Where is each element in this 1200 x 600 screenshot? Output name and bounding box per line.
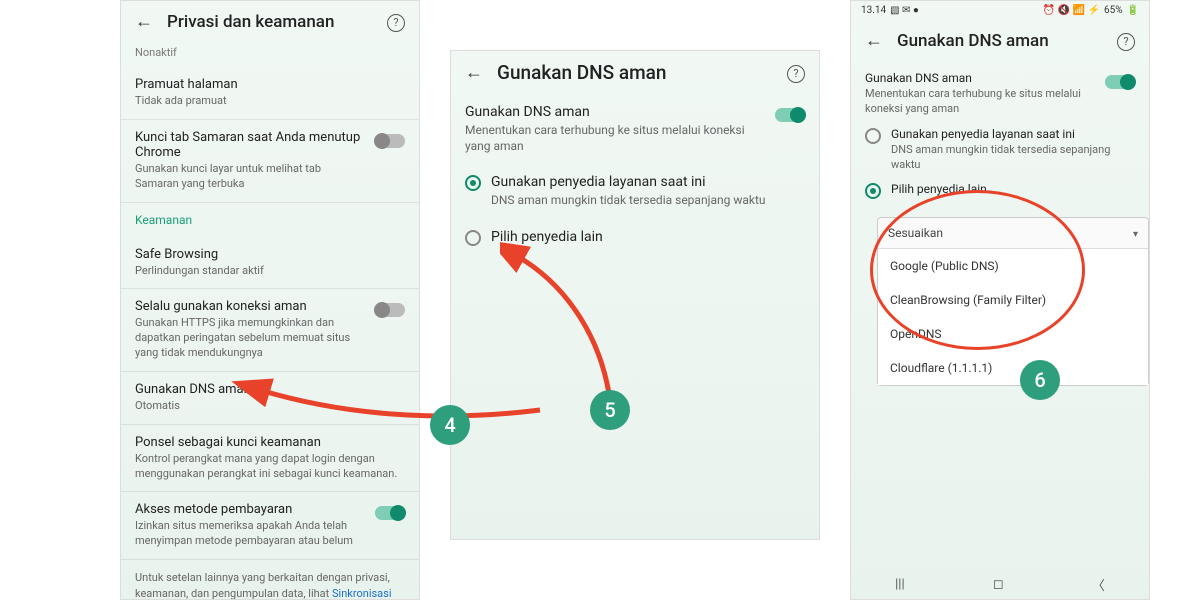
item-title: Gunakan penyedia layanan saat ini xyxy=(891,127,1135,141)
item-sub: DNS aman mungkin tidak tersedia sepanjan… xyxy=(491,192,805,208)
dropdown-option[interactable]: Cloudflare (1.1.1.1) xyxy=(878,351,1148,385)
back-nav-icon[interactable]: 〈 xyxy=(1092,575,1105,594)
screenshot-dns-dropdown: 13.14 ▧ ✉ ● ⏰ 🔇 📶 ⚡ 65%🔋 Gunakan DNS ama… xyxy=(850,0,1150,600)
always-secure-item[interactable]: Selalu gunakan koneksi aman Gunakan HTTP… xyxy=(121,289,419,372)
safe-browsing-item[interactable]: Safe Browsing Perlindungan standar aktif xyxy=(121,237,419,290)
screenshot-dns-step1: Gunakan DNS aman Gunakan DNS aman Menent… xyxy=(450,50,820,540)
alarm-icon: ⏰ 🔇 📶 ⚡ xyxy=(1043,5,1100,16)
item-sub: Menentukan cara terhubung ke situs melal… xyxy=(465,122,765,154)
step-badge-4: 4 xyxy=(430,405,470,445)
lock-incognito-item[interactable]: Kunci tab Samaran saat Anda menutup Chro… xyxy=(121,120,419,203)
dns-option-choose[interactable]: Pilih penyedia lain xyxy=(451,219,819,257)
nav-bar: ||| ◻ 〈 xyxy=(851,569,1149,599)
item-title: Pramuat halaman xyxy=(135,77,405,92)
item-title: Gunakan penyedia layanan saat ini xyxy=(491,174,805,190)
item-title: Pilih penyedia lain xyxy=(891,182,1135,196)
item-sub: Gunakan HTTPS jika memungkinkan dan dapa… xyxy=(135,316,365,361)
item-title: Gunakan DNS aman xyxy=(465,104,765,120)
item-title: Pilih penyedia lain xyxy=(491,229,805,245)
page-title: Gunakan DNS aman xyxy=(897,31,1103,51)
dns-intro: Gunakan DNS aman Menentukan cara terhubu… xyxy=(851,61,1149,123)
item-title: Safe Browsing xyxy=(135,247,405,262)
dns-intro: Gunakan DNS aman Menentukan cara terhubu… xyxy=(451,94,819,164)
radio-choose-provider[interactable] xyxy=(465,230,481,246)
nonaktif-label: Nonaktif xyxy=(121,42,419,67)
privacy-note: Untuk setelan lainnya yang berkaitan den… xyxy=(121,560,419,600)
dns-option-current[interactable]: Gunakan penyedia layanan saat ini DNS am… xyxy=(851,123,1149,179)
page-title: Gunakan DNS aman xyxy=(497,61,773,84)
item-sub: Menentukan cara terhubung ke situs melal… xyxy=(865,87,1095,117)
item-sub: Kontrol perangkat mana yang dapat login … xyxy=(135,452,405,482)
dns-master-toggle[interactable] xyxy=(1105,75,1135,89)
home-icon[interactable]: ◻ xyxy=(993,577,1004,592)
dropdown-selected: Sesuaikan xyxy=(888,226,943,240)
status-time: 13.14 xyxy=(861,5,886,16)
screenshot-privacy-security: Privasi dan keamanan Nonaktif Pramuat ha… xyxy=(120,0,420,600)
back-icon[interactable] xyxy=(865,30,883,51)
back-icon[interactable] xyxy=(135,11,153,32)
notification-icon: ▧ ✉ ● xyxy=(890,5,919,16)
item-title: Ponsel sebagai kunci keamanan xyxy=(135,435,405,450)
item-title: Kunci tab Samaran saat Anda menutup Chro… xyxy=(135,130,365,160)
item-title: Selalu gunakan koneksi aman xyxy=(135,299,365,314)
chevron-down-icon xyxy=(1133,226,1138,240)
phone-as-key-item[interactable]: Ponsel sebagai kunci keamanan Kontrol pe… xyxy=(121,425,419,493)
item-sub: Gunakan kunci layar untuk melihat tab Sa… xyxy=(135,162,365,192)
radio-current-provider[interactable] xyxy=(865,128,881,144)
radio-choose-provider[interactable] xyxy=(865,183,881,199)
preload-pages-item[interactable]: Pramuat halaman Tidak ada pramuat xyxy=(121,67,419,120)
help-icon[interactable] xyxy=(1117,30,1135,51)
provider-dropdown[interactable]: Sesuaikan Google (Public DNS) CleanBrows… xyxy=(877,217,1149,386)
status-bar: 13.14 ▧ ✉ ● ⏰ 🔇 📶 ⚡ 65%🔋 xyxy=(851,1,1149,20)
item-sub: Izinkan situs memeriksa apakah Anda tela… xyxy=(135,519,365,549)
topbar: Privasi dan keamanan xyxy=(121,1,419,42)
radio-current-provider[interactable] xyxy=(465,175,481,191)
item-title: Gunakan DNS aman xyxy=(135,382,405,397)
item-sub: DNS aman mungkin tidak tersedia sepanjan… xyxy=(891,143,1135,173)
item-title: Gunakan DNS aman xyxy=(865,71,1095,85)
page-title: Privasi dan keamanan xyxy=(167,12,373,32)
dns-option-choose[interactable]: Pilih penyedia lain xyxy=(851,178,1149,209)
item-sub: Otomatis xyxy=(135,399,405,414)
item-sub: Tidak ada pramuat xyxy=(135,94,405,109)
topbar: Gunakan DNS aman xyxy=(851,20,1149,61)
use-secure-dns-item[interactable]: Gunakan DNS aman Otomatis xyxy=(121,372,419,425)
topbar: Gunakan DNS aman xyxy=(451,51,819,94)
payment-access-toggle[interactable] xyxy=(375,506,405,520)
always-secure-toggle[interactable] xyxy=(375,303,405,317)
dns-master-toggle[interactable] xyxy=(775,108,805,122)
recent-apps-icon[interactable]: ||| xyxy=(895,577,905,592)
status-battery: 65% xyxy=(1104,5,1123,16)
payment-access-item[interactable]: Akses metode pembayaran Izinkan situs me… xyxy=(121,492,419,560)
item-sub: Perlindungan standar aktif xyxy=(135,264,405,279)
back-icon[interactable] xyxy=(465,62,483,83)
lock-incognito-toggle[interactable] xyxy=(375,134,405,148)
dropdown-option[interactable]: Google (Public DNS) xyxy=(878,249,1148,283)
step-badge-5: 5 xyxy=(590,390,630,430)
help-icon[interactable] xyxy=(387,11,405,32)
item-title: Akses metode pembayaran xyxy=(135,502,365,517)
help-icon[interactable] xyxy=(787,62,805,83)
step-badge-6: 6 xyxy=(1020,360,1060,400)
dropdown-option[interactable]: OpenDNS xyxy=(878,317,1148,351)
dropdown-option[interactable]: CleanBrowsing (Family Filter) xyxy=(878,283,1148,317)
security-category: Keamanan xyxy=(135,213,405,227)
dns-option-current[interactable]: Gunakan penyedia layanan saat ini DNS am… xyxy=(451,164,819,218)
